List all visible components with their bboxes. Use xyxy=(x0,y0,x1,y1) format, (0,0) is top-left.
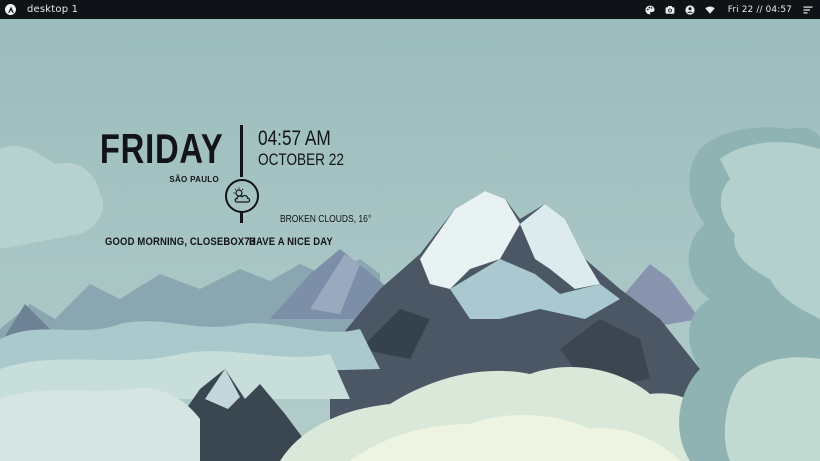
partly-cloudy-icon xyxy=(225,179,259,213)
time-label: 04:57 AM xyxy=(258,127,331,150)
wifi-icon[interactable] xyxy=(705,4,716,15)
workspace-label[interactable]: desktop 1 xyxy=(27,4,78,15)
palette-icon[interactable] xyxy=(645,4,656,15)
user-circle-icon[interactable] xyxy=(685,4,696,15)
date-label: OCTOBER 22 xyxy=(258,150,344,169)
weekday-label: FRIDAY xyxy=(99,125,223,172)
arch-logo-icon[interactable] xyxy=(5,4,16,15)
city-label: SÃO PAULO xyxy=(169,175,219,184)
top-panel: desktop 1 Fri 22 // 04:57 xyxy=(0,0,820,19)
divider-line-lower xyxy=(240,212,243,223)
divider-line xyxy=(240,125,243,177)
panel-clock[interactable]: Fri 22 // 04:57 xyxy=(728,5,792,15)
desktop-clock-widget: FRIDAY SÃO PAULO 04:57 AM OCTOBER 22 BRO… xyxy=(0,0,820,461)
greeting-label: GOOD MORNING, CLOSEBOX73 xyxy=(105,236,256,248)
camera-icon[interactable] xyxy=(665,4,676,15)
weather-label: BROKEN CLOUDS, 16° xyxy=(280,214,372,225)
menu-lines-icon[interactable] xyxy=(802,4,813,15)
message-label: HAVE A NICE DAY xyxy=(249,236,333,248)
